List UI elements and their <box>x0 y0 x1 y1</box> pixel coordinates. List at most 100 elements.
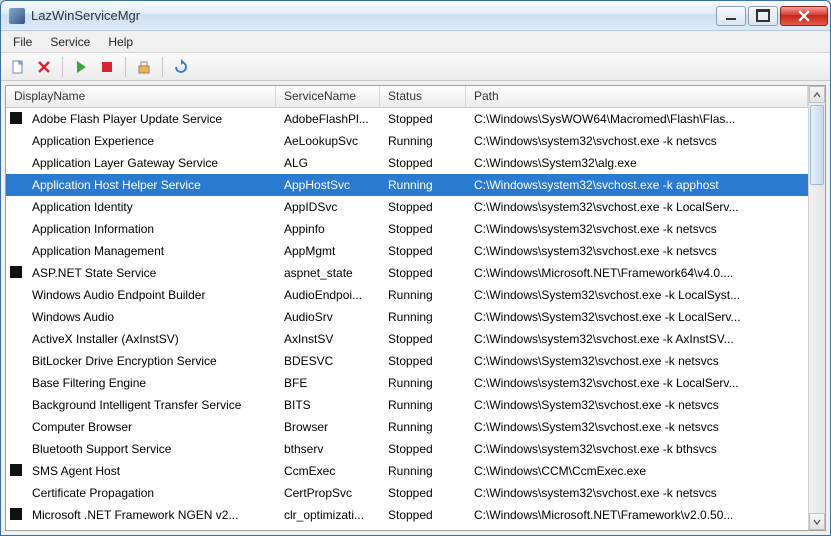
table-row[interactable]: ActiveX Installer (AxInstSV)AxInstSVStop… <box>6 328 808 350</box>
cell-servicename: bthserv <box>276 442 380 456</box>
row-icon <box>6 530 24 531</box>
cell-servicename: AppMgmt <box>276 244 380 258</box>
table-row[interactable]: Microsoft .NET Framework NGEN v2...clr_o… <box>6 526 808 530</box>
delete-button[interactable] <box>33 56 55 78</box>
close-button[interactable] <box>780 6 828 26</box>
toolbar <box>1 53 830 81</box>
scroll-thumb[interactable] <box>810 105 824 185</box>
cell-path: C:\Windows\system32\svchost.exe -k Local… <box>466 376 808 390</box>
table-row[interactable]: Bluetooth Support ServicebthservStoppedC… <box>6 438 808 460</box>
service-grid: DisplayName ServiceName Status Path Adob… <box>6 86 808 530</box>
cell-servicename: CcmExec <box>276 464 380 478</box>
titlebar[interactable]: LazWinServiceMgr <box>1 1 830 31</box>
cell-displayname: Application Identity <box>24 200 276 214</box>
cell-servicename: CertPropSvc <box>276 486 380 500</box>
table-row[interactable]: BitLocker Drive Encryption ServiceBDESVC… <box>6 350 808 372</box>
table-row[interactable]: ASP.NET State Serviceaspnet_stateStopped… <box>6 262 808 284</box>
cell-status: Running <box>380 178 466 192</box>
col-header-servicename[interactable]: ServiceName <box>276 86 380 107</box>
cell-displayname: ASP.NET State Service <box>24 266 276 280</box>
cell-path: C:\Windows\system32\svchost.exe -k Local… <box>466 200 808 214</box>
maximize-button[interactable] <box>748 6 778 26</box>
cell-path: C:\Windows\CCM\CcmExec.exe <box>466 464 808 478</box>
table-row[interactable]: Application Host Helper ServiceAppHostSv… <box>6 174 808 196</box>
cell-path: C:\Windows\system32\svchost.exe -k netsv… <box>466 222 808 236</box>
cell-status: Stopped <box>380 200 466 214</box>
vertical-scrollbar[interactable] <box>808 86 825 530</box>
cell-status: Stopped <box>380 156 466 170</box>
menu-service[interactable]: Service <box>42 33 98 51</box>
cell-displayname: BitLocker Drive Encryption Service <box>24 354 276 368</box>
cell-displayname: ActiveX Installer (AxInstSV) <box>24 332 276 346</box>
toolbar-separator <box>125 57 126 77</box>
properties-button[interactable] <box>133 56 155 78</box>
cell-status: Running <box>380 134 466 148</box>
service-icon <box>10 464 22 476</box>
cell-status: Running <box>380 288 466 302</box>
table-row[interactable]: Application ExperienceAeLookupSvcRunning… <box>6 130 808 152</box>
table-row[interactable]: Application ManagementAppMgmtStoppedC:\W… <box>6 240 808 262</box>
table-row[interactable]: Windows Audio Endpoint BuilderAudioEndpo… <box>6 284 808 306</box>
row-icon <box>6 508 24 523</box>
scroll-down-button[interactable] <box>809 513 825 530</box>
table-row[interactable]: Computer BrowserBrowserRunningC:\Windows… <box>6 416 808 438</box>
table-row[interactable]: Application IdentityAppIDSvcStoppedC:\Wi… <box>6 196 808 218</box>
cell-status: Stopped <box>380 354 466 368</box>
cell-status: Stopped <box>380 222 466 236</box>
col-header-path[interactable]: Path <box>466 86 808 107</box>
stop-button[interactable] <box>96 56 118 78</box>
document-icon <box>10 59 26 75</box>
menu-help[interactable]: Help <box>100 33 141 51</box>
table-row[interactable]: Background Intelligent Transfer ServiceB… <box>6 394 808 416</box>
cell-displayname: Windows Audio <box>24 310 276 324</box>
service-icon <box>10 508 22 520</box>
cell-path: C:\Windows\System32\svchost.exe -k Local… <box>466 310 808 324</box>
cell-status: Stopped <box>380 442 466 456</box>
table-row[interactable]: Application Layer Gateway ServiceALGStop… <box>6 152 808 174</box>
chevron-up-icon <box>813 91 821 99</box>
chevron-down-icon <box>813 518 821 526</box>
cell-servicename: AudioEndpoi... <box>276 288 380 302</box>
cell-servicename: BITS <box>276 398 380 412</box>
minimize-button[interactable] <box>716 6 746 26</box>
table-row[interactable]: Base Filtering EngineBFERunningC:\Window… <box>6 372 808 394</box>
cell-status: Running <box>380 398 466 412</box>
col-header-displayname[interactable]: DisplayName <box>6 86 276 107</box>
cell-path: C:\Windows\system32\svchost.exe -k netsv… <box>466 486 808 500</box>
grid-body[interactable]: Adobe Flash Player Update ServiceAdobeFl… <box>6 108 808 530</box>
table-row[interactable]: Application InformationAppinfoStoppedC:\… <box>6 218 808 240</box>
cell-status: Stopped <box>380 508 466 522</box>
app-window: LazWinServiceMgr File Service Help <box>0 0 831 536</box>
toolbar-separator <box>62 57 63 77</box>
new-button[interactable] <box>7 56 29 78</box>
table-row[interactable]: SMS Agent HostCcmExecRunningC:\Windows\C… <box>6 460 808 482</box>
cell-displayname: Windows Audio Endpoint Builder <box>24 288 276 302</box>
menu-file[interactable]: File <box>5 33 40 51</box>
cell-servicename: aspnet_state <box>276 266 380 280</box>
cell-displayname: Application Layer Gateway Service <box>24 156 276 170</box>
start-button[interactable] <box>70 56 92 78</box>
table-row[interactable]: Certificate PropagationCertPropSvcStoppe… <box>6 482 808 504</box>
cell-status: Running <box>380 420 466 434</box>
table-row[interactable]: Windows AudioAudioSrvRunningC:\Windows\S… <box>6 306 808 328</box>
cell-status: Stopped <box>380 112 466 126</box>
table-row[interactable]: Microsoft .NET Framework NGEN v2...clr_o… <box>6 504 808 526</box>
cell-displayname: Application Experience <box>24 134 276 148</box>
x-icon <box>36 59 52 75</box>
scroll-up-button[interactable] <box>809 86 825 103</box>
refresh-button[interactable] <box>170 56 192 78</box>
refresh-icon <box>173 59 189 75</box>
grid-header: DisplayName ServiceName Status Path <box>6 86 808 108</box>
cell-servicename: Browser <box>276 420 380 434</box>
scroll-track[interactable] <box>809 103 825 513</box>
row-icon <box>6 266 24 281</box>
cell-servicename: AppHostSvc <box>276 178 380 192</box>
col-header-status[interactable]: Status <box>380 86 466 107</box>
menubar: File Service Help <box>1 31 830 53</box>
cell-displayname: Computer Browser <box>24 420 276 434</box>
table-row[interactable]: Adobe Flash Player Update ServiceAdobeFl… <box>6 108 808 130</box>
cell-status: Running <box>380 464 466 478</box>
window-title: LazWinServiceMgr <box>31 8 716 23</box>
row-icon <box>6 112 24 127</box>
cell-servicename: AeLookupSvc <box>276 134 380 148</box>
